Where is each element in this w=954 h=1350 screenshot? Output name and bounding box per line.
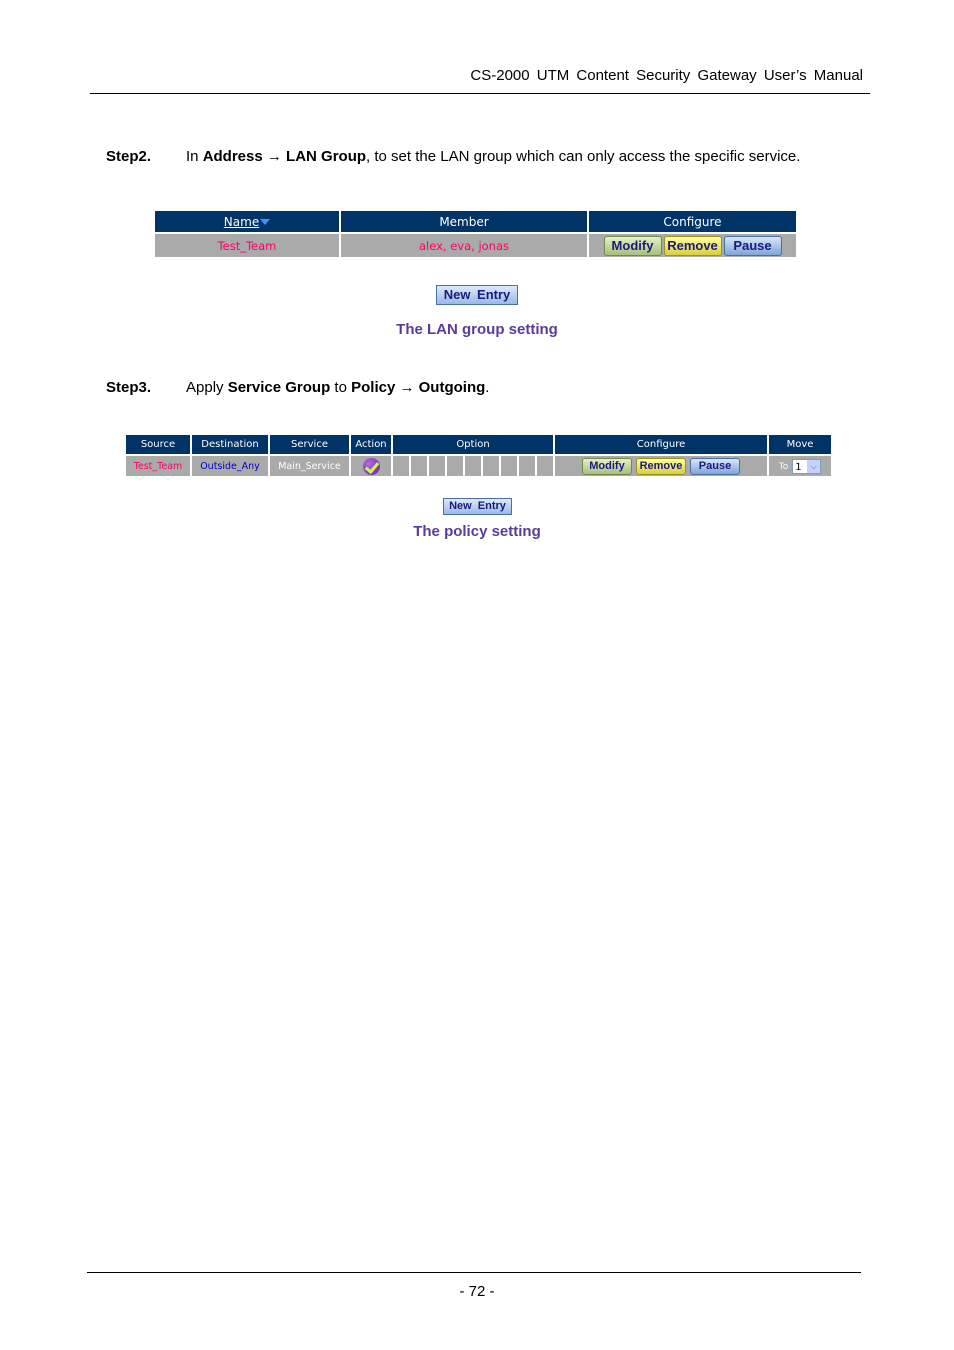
service-cell: Main_Service bbox=[270, 456, 349, 476]
document-header-title: CS-2000 UTM Content Security Gateway Use… bbox=[470, 67, 863, 84]
configure-cell: Modify Remove Pause bbox=[555, 456, 767, 476]
option-cell bbox=[465, 456, 481, 476]
move-position-value: 1 bbox=[795, 461, 802, 473]
chevron-down-icon[interactable]: ⌵ bbox=[807, 459, 821, 473]
new-entry-button[interactable]: New Entry bbox=[443, 498, 512, 515]
column-header-name[interactable]: Name bbox=[155, 211, 339, 232]
page-number: - 72 - bbox=[459, 1283, 495, 1300]
column-header-move: Move bbox=[769, 435, 831, 454]
move-to-label: To bbox=[778, 461, 789, 472]
modify-button[interactable]: Modify bbox=[603, 235, 662, 256]
step2-menu-path: Address → LAN Group bbox=[202, 148, 367, 165]
option-cell bbox=[411, 456, 427, 476]
figure-caption-policy: The policy setting bbox=[413, 523, 541, 540]
remove-button[interactable]: Remove bbox=[663, 235, 722, 256]
column-header-member: Member bbox=[341, 211, 587, 232]
step2-instruction: Step2. In Address → LAN Group, to set the… bbox=[106, 148, 800, 165]
move-cell: To 1 ⌵ bbox=[769, 456, 831, 476]
group-member-cell: alex, eva, jonas bbox=[341, 234, 587, 257]
step3-service-group: Service Group bbox=[227, 379, 331, 396]
step3-instruction: Step3. Apply Service Group to Policy → Ou… bbox=[106, 379, 489, 396]
policy-header-row: Source Destination Service Action Option… bbox=[126, 435, 831, 454]
table-row: Test_Team Outside_Any Main_Service Modif… bbox=[126, 456, 831, 476]
figure-caption-lan-group: The LAN group setting bbox=[396, 321, 558, 338]
option-cell bbox=[447, 456, 463, 476]
header-divider bbox=[90, 93, 870, 94]
remove-button[interactable]: Remove bbox=[636, 457, 686, 475]
new-entry-button[interactable]: New Entry bbox=[436, 285, 518, 305]
option-cell bbox=[429, 456, 445, 476]
option-cell bbox=[393, 456, 409, 476]
destination-cell: Outside_Any bbox=[192, 456, 268, 476]
move-position-select[interactable]: 1 ⌵ bbox=[792, 458, 822, 474]
lan-group-header-row: Name Member Configure bbox=[155, 211, 796, 232]
step3-text-3: . bbox=[485, 379, 490, 396]
source-cell: Test_Team bbox=[126, 456, 190, 476]
option-cell bbox=[501, 456, 517, 476]
group-name-cell: Test_Team bbox=[155, 234, 339, 257]
pause-button[interactable]: Pause bbox=[723, 235, 782, 256]
column-header-source: Source bbox=[126, 435, 190, 454]
sort-by-name-link[interactable]: Name bbox=[224, 215, 259, 229]
footer-divider bbox=[87, 1272, 861, 1273]
permit-check-icon bbox=[362, 457, 380, 475]
option-cell bbox=[537, 456, 553, 476]
policy-table: Source Destination Service Action Option… bbox=[124, 433, 833, 478]
step3-text-2: to bbox=[330, 379, 352, 396]
configure-cell: Modify Remove Pause bbox=[589, 234, 796, 257]
sort-descending-icon[interactable] bbox=[260, 219, 271, 225]
column-header-action: Action bbox=[351, 435, 391, 454]
lan-group-table: Name Member Configure Test_Team alex, ev… bbox=[153, 209, 798, 259]
column-header-service: Service bbox=[270, 435, 349, 454]
step2-text-1: In bbox=[186, 148, 203, 165]
column-header-configure: Configure bbox=[589, 211, 796, 232]
action-cell bbox=[351, 456, 391, 476]
table-row: Test_Team alex, eva, jonas Modify Remove P… bbox=[155, 234, 796, 257]
step2-label: Step2. bbox=[106, 148, 152, 165]
modify-button[interactable]: Modify bbox=[582, 457, 632, 475]
step3-text-1: Apply bbox=[186, 379, 228, 396]
step3-label: Step3. bbox=[106, 379, 152, 396]
column-header-destination: Destination bbox=[192, 435, 268, 454]
step2-text-2: , to set the LAN group which can only ac… bbox=[366, 148, 801, 165]
column-header-configure: Configure bbox=[555, 435, 767, 454]
step3-menu-path: Policy → Outgoing bbox=[351, 379, 486, 396]
option-cell bbox=[519, 456, 535, 476]
option-cell bbox=[483, 456, 499, 476]
column-header-option: Option bbox=[393, 435, 553, 454]
pause-button[interactable]: Pause bbox=[690, 457, 740, 475]
